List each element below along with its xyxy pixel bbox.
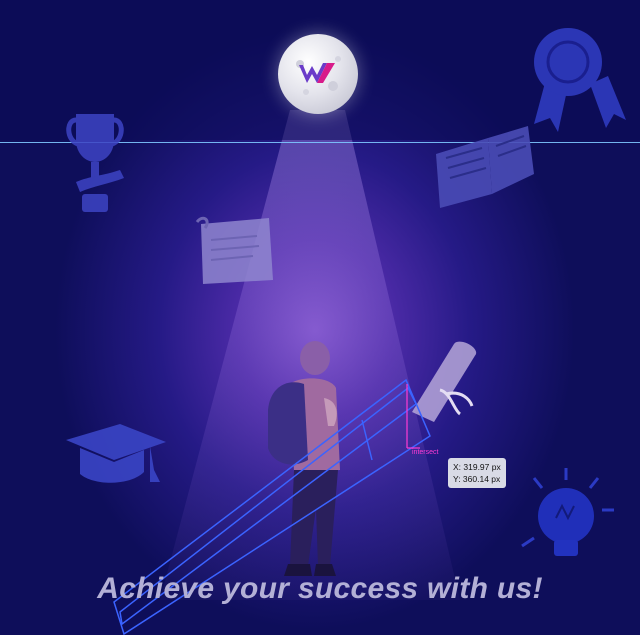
intersect-label: intersect [412, 449, 439, 456]
trophy-icon [66, 114, 124, 212]
tagline-heading: Achieve your success with us! [97, 572, 543, 605]
hero-canvas: intersect X: 319.97 px Y: 360.14 px Achi… [0, 0, 640, 635]
x-coordinate-label: X: 319.97 px [453, 462, 501, 472]
lightbulb-icon [521, 468, 614, 556]
brand-moon-logo-icon[interactable] [278, 34, 358, 114]
y-coordinate-label: Y: 360.14 px [453, 474, 501, 484]
paper-scroll-icon [195, 216, 273, 284]
award-ribbon-icon [534, 28, 626, 132]
open-book-icon [436, 126, 534, 208]
coordinate-readout: X: 319.97 px Y: 360.14 px [448, 458, 506, 488]
